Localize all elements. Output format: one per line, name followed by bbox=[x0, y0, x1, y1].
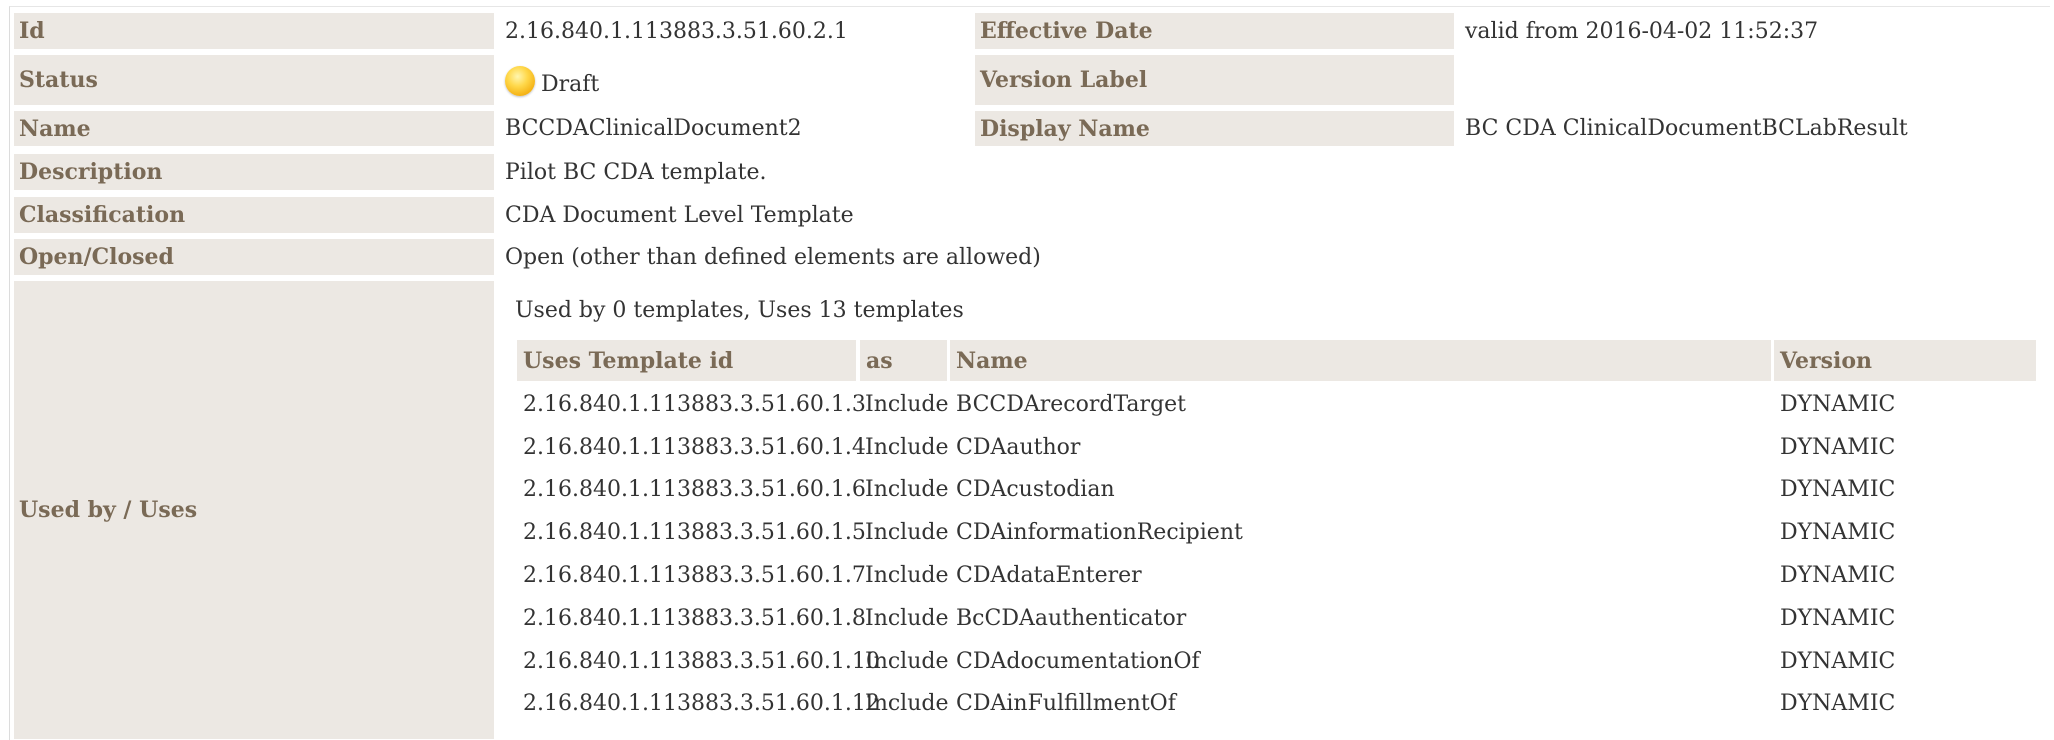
uses-table-header-as: as bbox=[860, 340, 947, 381]
used-by-summary: Used by 0 templates, Uses 13 templates bbox=[515, 297, 964, 323]
classification-value: CDA Document Level Template bbox=[505, 202, 854, 228]
uses-table-header-template-id: Uses Template id bbox=[517, 340, 856, 381]
display-name-label: Display Name bbox=[975, 111, 1454, 146]
name-cell: CDAinFulfillmentOf bbox=[956, 690, 1176, 716]
version-label-value bbox=[1460, 55, 1465, 105]
uses-table-header-name: Name bbox=[950, 340, 1771, 381]
version-cell: DYNAMIC bbox=[1780, 391, 1896, 417]
template-id-cell: 2.16.840.1.113883.3.51.60.1.5 bbox=[523, 519, 866, 545]
open-closed-label: Open/Closed bbox=[14, 239, 494, 275]
status-text: Draft bbox=[541, 71, 600, 97]
name-value: BCCDAClinicalDocument2 bbox=[505, 116, 802, 141]
used-by-uses-label: Used by / Uses bbox=[14, 281, 494, 739]
template-id-cell: 2.16.840.1.113883.3.51.60.1.12 bbox=[523, 690, 880, 716]
template-id-cell: 2.16.840.1.113883.3.51.60.1.4 bbox=[523, 434, 866, 460]
name-cell: BcCDAauthenticator bbox=[956, 605, 1187, 631]
as-cell: Include bbox=[865, 562, 949, 588]
as-cell: Include bbox=[865, 519, 949, 545]
name-cell: CDAdataEnterer bbox=[956, 562, 1142, 588]
name-cell: CDAauthor bbox=[956, 434, 1081, 460]
yellow-status-dot-icon bbox=[505, 66, 535, 96]
as-cell: Include bbox=[865, 391, 949, 417]
name-cell: CDAdocumentationOf bbox=[956, 648, 1200, 674]
template-id-cell: 2.16.840.1.113883.3.51.60.1.3 bbox=[523, 391, 866, 417]
as-cell: Include bbox=[865, 434, 949, 460]
status-value: Draft bbox=[500, 55, 599, 105]
version-cell: DYNAMIC bbox=[1780, 519, 1896, 545]
version-cell: DYNAMIC bbox=[1780, 562, 1896, 588]
id-label: Id bbox=[14, 13, 494, 49]
template-id-cell: 2.16.840.1.113883.3.51.60.1.7 bbox=[523, 562, 866, 588]
id-value: 2.16.840.1.113883.3.51.60.2.1 bbox=[505, 18, 848, 44]
name-cell: BCCDArecordTarget bbox=[956, 391, 1187, 417]
classification-label: Classification bbox=[14, 197, 494, 233]
as-cell: Include bbox=[865, 476, 949, 502]
effective-date-label: Effective Date bbox=[975, 13, 1454, 49]
as-cell: Include bbox=[865, 690, 949, 716]
description-label: Description bbox=[14, 154, 494, 190]
version-label-label: Version Label bbox=[975, 55, 1454, 105]
uses-table-header-version: Version bbox=[1774, 340, 2036, 381]
status-label: Status bbox=[14, 55, 494, 105]
version-cell: DYNAMIC bbox=[1780, 476, 1896, 502]
template-id-cell: 2.16.840.1.113883.3.51.60.1.8 bbox=[523, 605, 866, 631]
effective-date-value: valid from 2016-04-02 11:52:37 bbox=[1465, 18, 1819, 44]
name-cell: CDAinformationRecipient bbox=[956, 519, 1243, 545]
as-cell: Include bbox=[865, 648, 949, 674]
display-name-value: BC CDA ClinicalDocumentBCLabResult bbox=[1465, 116, 1908, 141]
version-cell: DYNAMIC bbox=[1780, 648, 1896, 674]
as-cell: Include bbox=[865, 605, 949, 631]
template-id-cell: 2.16.840.1.113883.3.51.60.1.10 bbox=[523, 648, 880, 674]
name-label: Name bbox=[14, 111, 494, 146]
version-cell: DYNAMIC bbox=[1780, 605, 1896, 631]
name-cell: CDAcustodian bbox=[956, 476, 1115, 502]
version-cell: DYNAMIC bbox=[1780, 690, 1896, 716]
description-value: Pilot BC CDA template. bbox=[505, 159, 767, 185]
version-cell: DYNAMIC bbox=[1780, 434, 1896, 460]
open-closed-value: Open (other than defined elements are al… bbox=[505, 244, 1041, 270]
template-id-cell: 2.16.840.1.113883.3.51.60.1.6 bbox=[523, 476, 866, 502]
